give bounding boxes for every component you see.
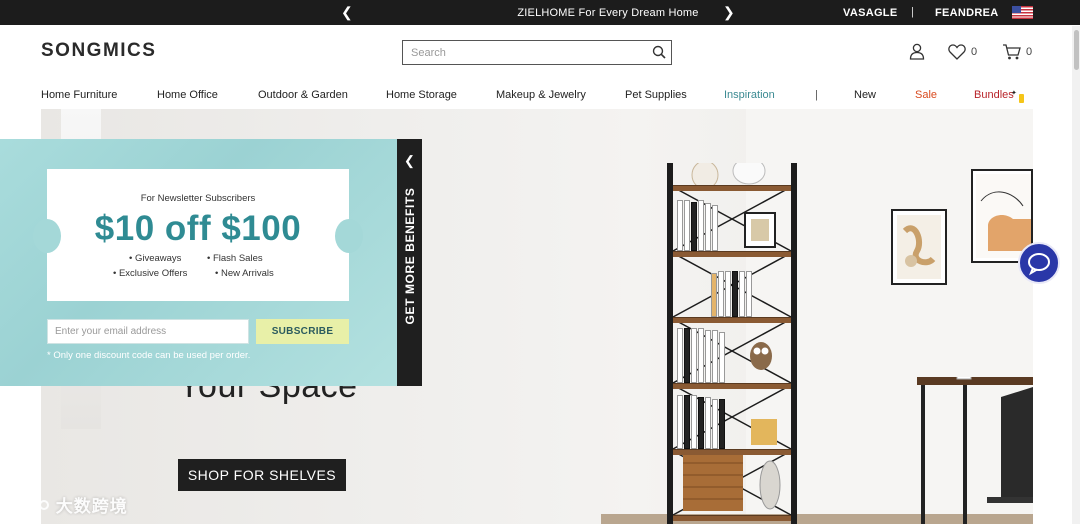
- nav-item-outdoor-garden[interactable]: Outdoor & Garden: [258, 89, 348, 101]
- newsletter-popup: For Newsletter Subscribers $10 off $100 …: [0, 139, 422, 386]
- scrollbar-track[interactable]: [1072, 26, 1080, 524]
- search-box: [402, 40, 672, 65]
- cart-count: 0: [1026, 46, 1033, 58]
- scrollbar-thumb[interactable]: [1074, 30, 1079, 70]
- watermark-logo-icon: [11, 499, 49, 516]
- nav-item-home-storage[interactable]: Home Storage: [386, 89, 457, 101]
- perk-item: • Flash Sales: [207, 253, 263, 264]
- chevron-right-icon[interactable]: ❯: [723, 4, 735, 20]
- nav-item-bundles[interactable]: Bundles: [974, 89, 1014, 101]
- chat-bubble-icon: [1028, 253, 1050, 276]
- account-icon[interactable]: [909, 43, 925, 60]
- nav-item-home-furniture[interactable]: Home Furniture: [41, 89, 117, 101]
- shop-for-shelves-button[interactable]: SHOP FOR SHELVES: [178, 459, 346, 491]
- chevron-left-icon[interactable]: ❮: [341, 4, 353, 20]
- email-field[interactable]: [48, 320, 246, 343]
- main-nav: Home Furniture Home Office Outdoor & Gar…: [0, 89, 1080, 103]
- nav-item-makeup-jewelry[interactable]: Makeup & Jewelry: [496, 89, 586, 101]
- site-logo[interactable]: SONGMICS: [41, 40, 156, 62]
- email-field-wrap: [47, 319, 249, 344]
- desk-scene: [917, 295, 1033, 524]
- nav-item-home-office[interactable]: Home Office: [157, 89, 218, 101]
- announcement-text[interactable]: ZIELHOME For Every Dream Home: [400, 7, 816, 19]
- ticket-subtitle: For Newsletter Subscribers: [140, 193, 256, 204]
- brand-link-feandrea[interactable]: FEANDREA: [935, 7, 999, 19]
- perk-item: • Exclusive Offers: [113, 268, 188, 279]
- discount-note: * Only one discount code can be used per…: [47, 350, 251, 361]
- get-more-benefits-tab[interactable]: ❮ GET MORE BENEFITS: [397, 139, 422, 386]
- heart-icon[interactable]: [948, 44, 966, 60]
- side-tab-label: GET MORE BENEFITS: [403, 187, 417, 325]
- nav-item-sale[interactable]: Sale: [915, 89, 937, 101]
- nav-item-pet-supplies[interactable]: Pet Supplies: [625, 89, 687, 101]
- sparkle-icon: ✦: [1011, 90, 1017, 97]
- abstract-art-icon: [897, 215, 941, 279]
- bookshelf-image: [667, 163, 797, 524]
- perk-item: • New Arrivals: [215, 268, 274, 279]
- brand-separator: |: [911, 6, 914, 18]
- search-input[interactable]: [403, 41, 633, 64]
- desk-image: [917, 295, 1033, 524]
- announcement-bar: ❮ ZIELHOME For Every Dream Home ❯ VASAGL…: [0, 0, 1080, 25]
- wishlist-count: 0: [971, 46, 978, 58]
- watermark: 大数跨境: [10, 492, 128, 519]
- search-icon[interactable]: [651, 44, 667, 60]
- bundles-badge: [1019, 94, 1024, 103]
- nav-item-inspiration[interactable]: Inspiration: [724, 89, 775, 101]
- brand-link-vasagle[interactable]: VASAGLE: [843, 7, 897, 19]
- ticket-offer: $10 off $100: [94, 209, 302, 248]
- chevron-left-icon[interactable]: ❮: [404, 153, 415, 169]
- cart-icon[interactable]: [1002, 44, 1021, 60]
- chat-button[interactable]: [1018, 242, 1060, 284]
- subscribe-button[interactable]: SUBSCRIBE: [256, 319, 349, 344]
- us-flag-icon[interactable]: [1012, 6, 1033, 19]
- perk-item: • Giveaways: [129, 253, 182, 264]
- wall-art-left: [891, 209, 947, 285]
- discount-ticket: For Newsletter Subscribers $10 off $100 …: [33, 169, 363, 301]
- nav-item-new[interactable]: New: [854, 89, 876, 101]
- nav-divider: |: [815, 89, 818, 101]
